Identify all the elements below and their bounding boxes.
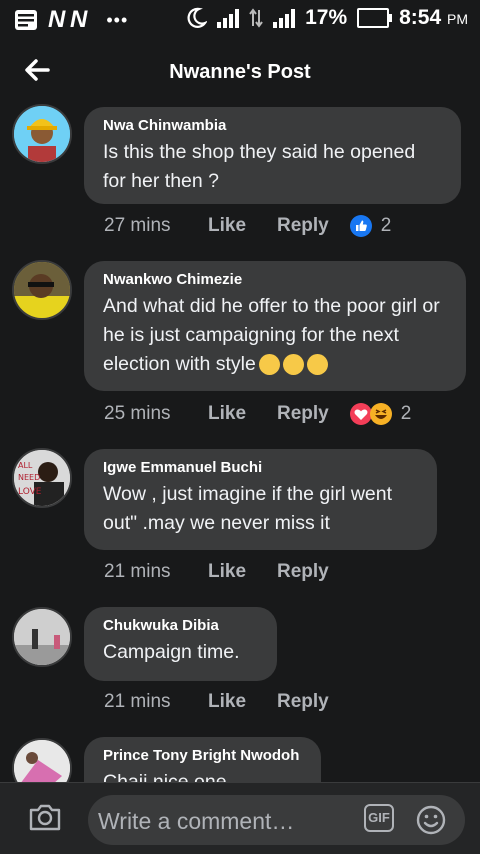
battery-percent: 17% (305, 6, 348, 29)
svg-text:NEED: NEED (18, 473, 40, 482)
comment-input-placeholder: Write a comment… (98, 808, 295, 834)
reply-button[interactable]: Reply (277, 561, 329, 583)
comment-bubble[interactable]: Nwa Chinwambia Is this the shop they sai… (84, 107, 461, 204)
reply-button[interactable]: Reply (277, 215, 329, 237)
reactions-summary[interactable]: 2 (349, 214, 392, 238)
gif-button[interactable]: GIF (364, 804, 394, 832)
comment-bubble[interactable]: Nwankwo Chimezie And what did he offer t… (84, 261, 466, 391)
comment-time[interactable]: 25 mins (104, 403, 208, 425)
comment-text: Wow , just imagine if the girl went out"… (103, 483, 393, 534)
like-button[interactable]: Like (208, 561, 277, 583)
reply-button[interactable]: Reply (277, 691, 329, 713)
emoji-smile-icon[interactable] (415, 804, 447, 836)
comment-author[interactable]: Nwa Chinwambia (103, 117, 441, 134)
pleading-face-emoji-icon (306, 354, 328, 376)
comment-input[interactable]: Write a comment… GIF (88, 795, 465, 845)
camera-icon[interactable] (28, 802, 62, 832)
battery-icon (357, 8, 393, 28)
reaction-count: 2 (400, 403, 412, 424)
comment-actions: 21 mins Like Reply (104, 561, 349, 583)
comment-time[interactable]: 21 mins (104, 561, 208, 583)
like-reaction-icon (349, 215, 372, 237)
comment-author[interactable]: Nwankwo Chimezie (103, 271, 446, 288)
reply-button[interactable]: Reply (277, 403, 329, 425)
reaction-count: 2 (380, 215, 392, 236)
like-button[interactable]: Like (208, 691, 277, 713)
comment-actions: 25 mins Like Reply 2 (104, 402, 411, 426)
status-bar: N N ••• 17% 8:54 PM (0, 0, 480, 38)
signal-strength-icon (217, 8, 240, 28)
comment-bubble[interactable]: Igwe Emmanuel Buchi Wow , just imagine i… (84, 449, 437, 550)
svg-text:LOVE: LOVE (18, 487, 42, 497)
like-button[interactable]: Like (208, 403, 277, 425)
app-notification-icon: N N (48, 6, 87, 33)
comment-text: Campaign time. (103, 641, 240, 663)
comment-text: Is this the shop they said he opened for… (103, 141, 416, 192)
clock: 8:54 PM (399, 6, 468, 29)
avatar-image (14, 106, 70, 162)
avatar-image (14, 609, 70, 665)
avatar[interactable] (12, 104, 72, 164)
page-title: Nwanne's Post (169, 61, 311, 83)
news-feed-icon (15, 10, 37, 30)
comment-time[interactable]: 21 mins (104, 691, 208, 713)
comment-author[interactable]: Prince Tony Bright Nwodoh (103, 747, 301, 764)
like-button[interactable]: Like (208, 215, 277, 237)
comment-actions: 21 mins Like Reply (104, 691, 349, 713)
more-notifications-icon: ••• (106, 9, 129, 30)
comment-time[interactable]: 27 mins (104, 215, 208, 237)
avatar[interactable]: ALL NEED LOVE (12, 448, 72, 508)
comment-actions: 27 mins Like Reply 2 (104, 214, 391, 238)
reactions-summary[interactable]: 2 (349, 402, 412, 426)
avatar[interactable] (12, 607, 72, 667)
comment-text: And what did he offer to the poor girl o… (103, 292, 446, 379)
comment-bubble[interactable]: Chukwuka Dibia Campaign time. (84, 607, 277, 681)
comment-author[interactable]: Chukwuka Dibia (103, 617, 257, 634)
haha-reaction-icon (369, 403, 392, 425)
data-transfer-icon (249, 8, 263, 28)
comment-author[interactable]: Igwe Emmanuel Buchi (103, 459, 417, 476)
do-not-disturb-moon-icon (187, 7, 208, 28)
pleading-face-emoji-icon (258, 354, 280, 376)
pleading-face-emoji-icon (282, 354, 304, 376)
avatar-image: ALL NEED LOVE (14, 450, 70, 506)
svg-text:ALL: ALL (18, 461, 33, 470)
avatar[interactable] (12, 260, 72, 320)
avatar-image (14, 262, 70, 318)
comment-composer: Write a comment… GIF (0, 782, 480, 854)
post-header: Nwanne's Post (0, 38, 480, 104)
signal-strength-2-icon (273, 8, 296, 28)
